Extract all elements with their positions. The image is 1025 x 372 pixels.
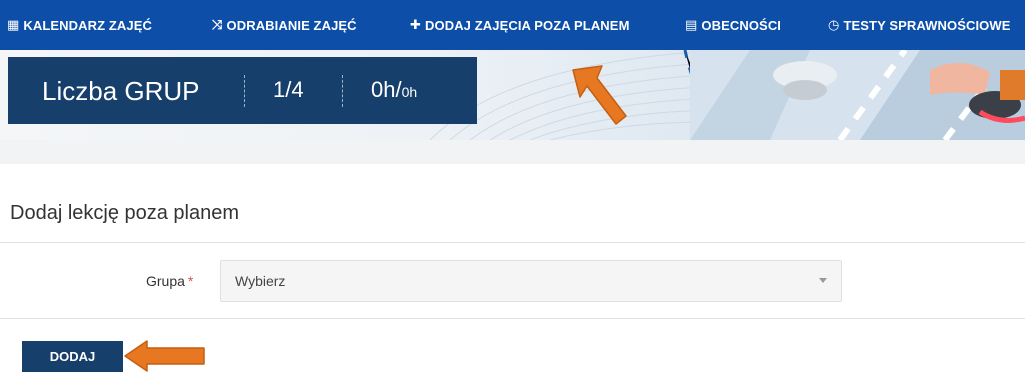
divider [0,318,1025,319]
page-title: Dodaj lekcję poza planem [10,202,240,224]
stats-divider [244,75,245,107]
group-select-value: Wybierz [235,273,286,289]
list-icon: ▤ [685,17,698,32]
chevron-down-icon [819,278,827,283]
required-mark: * [187,273,194,289]
group-stats-panel: Liczba GRUP 1/4 0h/0h [8,57,477,124]
nav-item-obecnosci[interactable]: ▤ OBECNOŚCI [685,0,781,50]
arrow-annotation-icon [124,340,205,372]
arrow-annotation-icon [572,65,627,125]
nav-item-kalendarz[interactable]: ▦ KALENDARZ ZAJĘĆ [7,0,152,50]
separator-band [0,140,1025,164]
nav-item-label: DODAJ ZAJĘCIA POZA PLANEM [425,17,630,33]
nav-item-odrabianie[interactable]: ⤨ ODRABIANIE ZAJĘĆ [212,0,357,50]
clock-icon: ◷ [828,17,840,32]
add-button[interactable]: DODAJ [22,341,123,372]
stats-title: Liczba GRUP [42,76,200,106]
stats-divider [342,75,343,107]
nav-item-testy[interactable]: ◷ TESTY SPRAWNOŚCIOWE [828,0,1011,50]
athletes-photo [690,50,1025,140]
plus-icon: ✚ [410,17,421,32]
divider [0,242,1025,243]
nav-item-dodaj-zajecia[interactable]: ✚ DODAJ ZAJĘCIA POZA PLANEM [410,0,630,50]
nav-item-label: ODRABIANIE ZAJĘĆ [226,17,357,33]
stats-hours-value: 0h/0h [371,77,418,102]
calendar-icon: ▦ [7,17,20,32]
nav-item-label: KALENDARZ ZAJĘĆ [23,17,153,33]
nav-item-label: OBECNOŚCI [701,17,782,33]
group-field-label: Grupa * [146,273,194,289]
top-navigation: ▦ KALENDARZ ZAJĘĆ ⤨ ODRABIANIE ZAJĘĆ ✚ D… [0,0,1025,50]
nav-item-label: TESTY SPRAWNOŚCIOWE [843,17,1011,33]
shuffle-icon: ⤨ [212,17,223,32]
stats-groups-value: 1/4 [273,77,304,102]
group-select[interactable]: Wybierz [220,260,842,302]
